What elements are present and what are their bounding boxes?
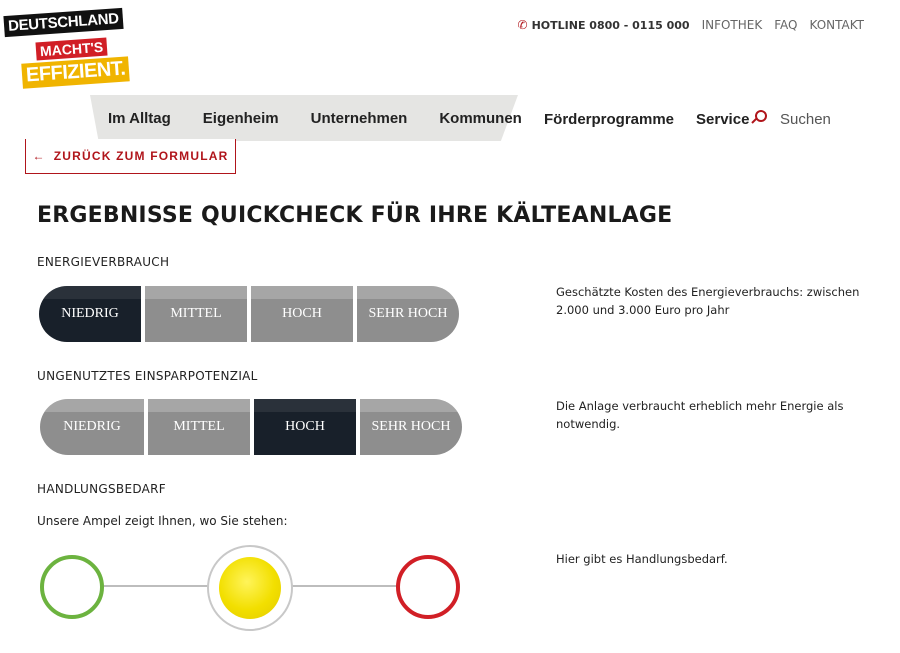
- traffic-light-hint: Unsere Ampel zeigt Ihnen, wo Sie stehen:: [37, 514, 288, 528]
- utility-bar: ✆ HOTLINE 0800 - 0115 000 INFOTHEK FAQ K…: [518, 18, 864, 32]
- traffic-light: [40, 545, 462, 631]
- nav-item-foerderprogramme[interactable]: Förderprogramme: [544, 111, 674, 128]
- link-kontakt[interactable]: KONTAKT: [809, 18, 864, 32]
- traffic-light-green: [40, 555, 104, 619]
- energy-level-mittel: MITTEL: [145, 286, 247, 342]
- logo-line-1: DEUTSCHLAND: [3, 7, 124, 38]
- energy-level-sehr-hoch: SEHR HOCH: [357, 286, 459, 342]
- nav-item-service[interactable]: Service: [696, 111, 749, 128]
- site-logo[interactable]: DEUTSCHLAND MACHT'S EFFIZIENT.: [3, 6, 131, 92]
- energy-label: ENERGIEVERBRAUCH: [37, 255, 170, 269]
- phone-icon: ✆: [517, 18, 528, 32]
- energy-rating: NIEDRIG MITTEL HOCH SEHR HOCH: [39, 286, 459, 342]
- traffic-light-red: [396, 555, 460, 619]
- savings-level-hoch: HOCH: [254, 399, 356, 455]
- energy-description: Geschätzte Kosten des Energieverbrauchs:…: [556, 285, 860, 317]
- action-description: Hier gibt es Handlungsbedarf.: [556, 552, 728, 566]
- nav-item-kommunen[interactable]: Kommunen: [439, 110, 522, 127]
- action-label: HANDLUNGSBEDARF: [37, 482, 167, 496]
- search-button[interactable]: Suchen: [751, 110, 831, 128]
- back-to-form-label: ZURÜCK ZUM FORMULAR: [53, 149, 229, 163]
- savings-level-mittel: MITTEL: [148, 399, 250, 455]
- primary-nav: Im Alltag Eigenheim Unternehmen Kommunen: [108, 110, 522, 127]
- search-label: Suchen: [780, 110, 831, 128]
- savings-level-niedrig: NIEDRIG: [40, 399, 144, 455]
- nav-item-unternehmen[interactable]: Unternehmen: [311, 110, 408, 127]
- nav-item-eigenheim[interactable]: Eigenheim: [203, 110, 279, 127]
- savings-description: Die Anlage verbraucht erheblich mehr Ene…: [556, 399, 844, 431]
- savings-rating: NIEDRIG MITTEL HOCH SEHR HOCH: [40, 399, 462, 455]
- energy-level-hoch: HOCH: [251, 286, 353, 342]
- savings-level-sehr-hoch: SEHR HOCH: [360, 399, 462, 455]
- traffic-light-yellow: [219, 557, 281, 619]
- link-infothek[interactable]: INFOTHEK: [702, 18, 763, 32]
- traffic-light-yellow-selected-ring: [207, 545, 293, 631]
- hotline[interactable]: ✆ HOTLINE 0800 - 0115 000: [518, 18, 690, 32]
- nav-item-im-alltag[interactable]: Im Alltag: [108, 110, 171, 127]
- logo-line-2: MACHT'S: [35, 37, 108, 61]
- energy-level-niedrig: NIEDRIG: [39, 286, 141, 342]
- link-faq[interactable]: FAQ: [774, 18, 797, 32]
- search-icon: [751, 110, 770, 128]
- secondary-nav: Förderprogramme Service: [544, 111, 749, 128]
- page-title: ERGEBNISSE QUICKCHECK FÜR IHRE KÄLTEANLA…: [37, 203, 673, 228]
- back-to-form-button[interactable]: ← ZURÜCK ZUM FORMULAR: [25, 139, 236, 174]
- arrow-left-icon: ←: [32, 149, 46, 163]
- hotline-text: HOTLINE 0800 - 0115 000: [531, 18, 690, 32]
- logo-line-3: EFFIZIENT.: [21, 56, 131, 89]
- savings-label: UNGENUTZTES EINSPARPOTENZIAL: [37, 369, 258, 383]
